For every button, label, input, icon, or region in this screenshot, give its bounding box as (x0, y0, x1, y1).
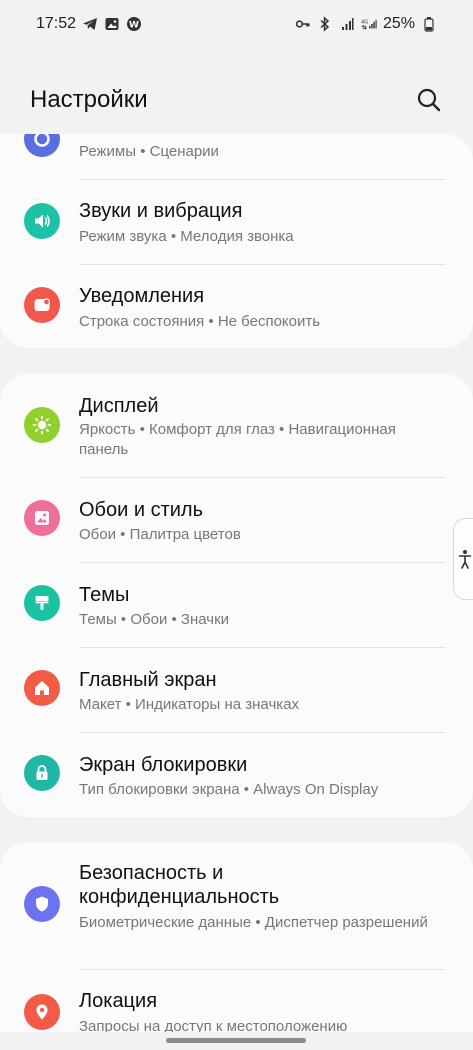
battery-icon (421, 16, 437, 32)
themes-icon (24, 585, 60, 621)
settings-item-title: Безопасность и конфиденциальность (79, 862, 280, 908)
settings-group-1: Режимы • Сценарии Звуки и вибрация Режим… (0, 134, 473, 348)
status-right: 4G 25% (295, 15, 437, 33)
gesture-nav-pill[interactable] (166, 1038, 306, 1043)
brightness-icon (24, 407, 60, 443)
settings-group-2: Дисплей Яркость • Комфорт для глаз • Нав… (0, 374, 473, 817)
status-left: 17:52 W (36, 15, 142, 33)
settings-item-themes[interactable]: Темы Темы • Обои • Значки (0, 563, 473, 648)
shield-icon (24, 886, 60, 922)
gallery-icon (104, 16, 120, 32)
telegram-icon (82, 16, 98, 32)
settings-item-home-screen[interactable]: Главный экран Макет • Индикаторы на знач… (0, 648, 473, 733)
settings-item-sub: Режимы • Сценарии (79, 143, 219, 160)
lock-icon (24, 755, 60, 791)
settings-item-sub: Макет • Индикаторы на значках (79, 696, 299, 713)
settings-item-title: Темы (79, 584, 130, 606)
lte-signal-icon: 4G (361, 16, 377, 32)
settings-item-title: Дисплей (79, 395, 159, 417)
battery-percent: 25% (382, 15, 415, 32)
modes-icon (24, 134, 60, 157)
wallpaper-icon (24, 500, 60, 536)
settings-item-sub: Биометрические данные • Диспетчер разреш… (79, 914, 428, 931)
settings-item-lock-screen[interactable]: Экран блокировки Тип блокировки экрана •… (0, 733, 473, 817)
settings-group-3: Безопасность и конфиденциальность Биомет… (0, 842, 473, 1032)
settings-item-sub: Обои • Палитра цветов (79, 526, 241, 543)
settings-item-modes[interactable]: Режимы • Сценарии (0, 134, 473, 179)
bluetooth-icon (317, 16, 333, 32)
settings-item-sounds[interactable]: Звуки и вибрация Режим звука • Мелодия з… (0, 180, 473, 265)
accessibility-edge-button[interactable] (453, 518, 473, 600)
notification-icon (24, 287, 60, 323)
app-notification-icon: W (126, 16, 142, 32)
settings-item-notifications[interactable]: Уведомления Строка состояния • Не беспок… (0, 265, 473, 348)
search-icon (417, 88, 441, 112)
volume-icon (24, 203, 60, 239)
status-bar: 17:52 W 4G 25% (0, 0, 473, 48)
page-title: Настройки (30, 86, 148, 113)
settings-item-security[interactable]: Безопасность и конфиденциальность Биомет… (0, 842, 473, 969)
page-header: Настройки (0, 70, 473, 130)
svg-text:W: W (129, 21, 139, 31)
settings-item-title: Звуки и вибрация (79, 200, 243, 222)
settings-item-title: Главный экран (79, 669, 217, 691)
status-time: 17:52 (36, 15, 77, 32)
vpn-key-icon (295, 16, 311, 32)
settings-item-title: Обои и стиль (79, 499, 204, 521)
settings-item-wallpaper[interactable]: Обои и стиль Обои • Палитра цветов (0, 478, 473, 563)
svg-text:4G: 4G (361, 19, 368, 25)
accessibility-icon (458, 550, 471, 569)
search-button[interactable] (413, 84, 445, 116)
settings-item-sub: Яркость • Комфорт для глаз • Навигационн… (79, 421, 396, 458)
settings-item-sub: Режим звука • Мелодия звонка (79, 228, 294, 245)
settings-item-sub: Запросы на доступ к местоположению (79, 1018, 348, 1032)
settings-item-title: Локация (79, 990, 158, 1012)
settings-item-title: Экран блокировки (79, 754, 248, 776)
settings-item-sub: Темы • Обои • Значки (79, 611, 230, 628)
settings-item-location[interactable]: Локация Запросы на доступ к местоположен… (0, 970, 473, 1032)
location-icon (24, 994, 60, 1030)
settings-item-sub: Строка состояния • Не беспокоить (79, 313, 321, 330)
settings-item-sub: Тип блокировки экрана • Always On Displa… (79, 781, 379, 798)
settings-item-display[interactable]: Дисплей Яркость • Комфорт для глаз • Нав… (0, 374, 473, 478)
settings-item-title: Уведомления (79, 285, 205, 307)
signal-icon (339, 16, 355, 32)
home-icon (24, 670, 60, 706)
